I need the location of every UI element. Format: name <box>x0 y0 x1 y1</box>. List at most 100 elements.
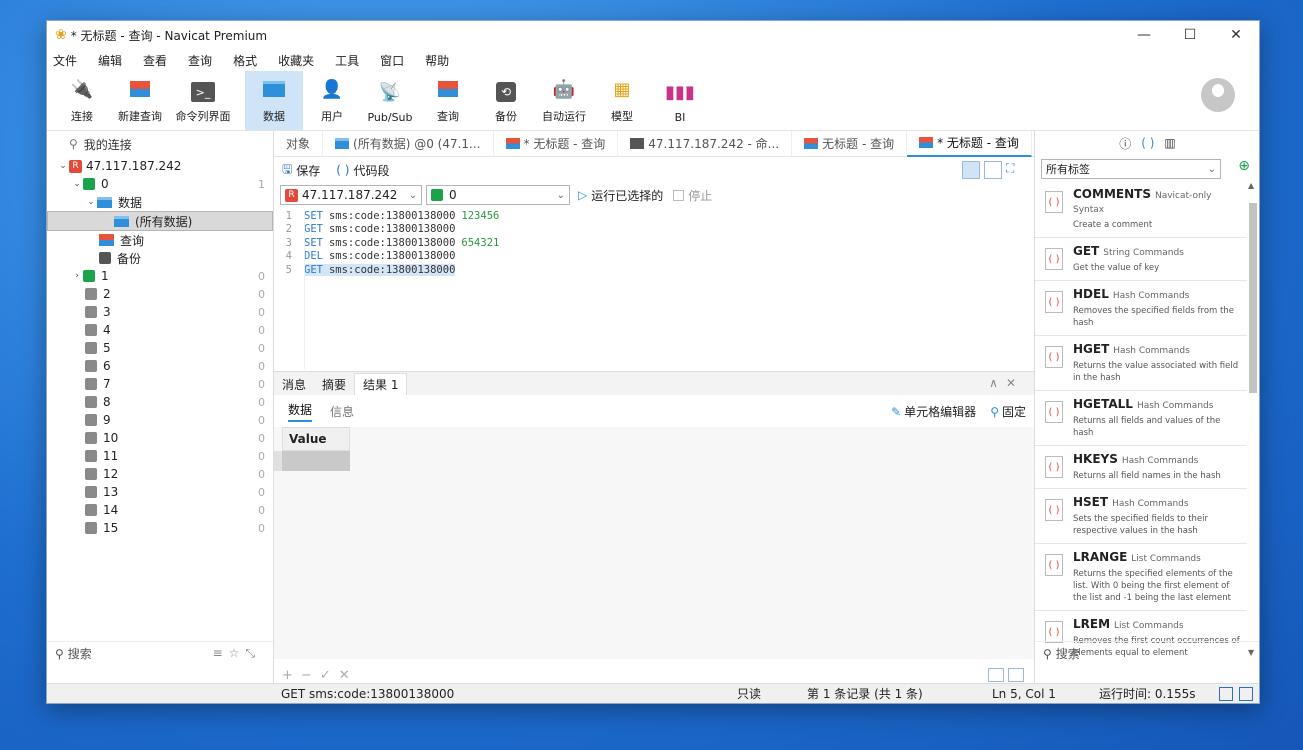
db-node[interactable]: 10 0 <box>47 429 273 447</box>
db-node[interactable]: 15 0 <box>47 519 273 537</box>
close-button[interactable]: ✕ <box>1213 27 1259 43</box>
snippet-search[interactable]: ⚲ 搜索 <box>1035 641 1259 665</box>
connection-node[interactable]: ⌄ R 47.117.187.242 <box>47 157 273 175</box>
tag-filter-select[interactable]: 所有标签 ⌄ <box>1041 159 1221 179</box>
backup-node[interactable]: 备份 <box>47 249 273 267</box>
column-header-value[interactable]: Value <box>282 427 350 451</box>
user-button[interactable]: 👤 用户 <box>303 71 361 130</box>
chevron-down-icon[interactable]: ⌄ <box>71 179 83 189</box>
filter-star-collapse-icons[interactable]: ≡☆⤡ <box>213 646 261 661</box>
db-node[interactable]: 13 0 <box>47 483 273 501</box>
run-selected-button[interactable]: ▷ 运行已选择的 <box>578 187 663 204</box>
menu-format[interactable]: 格式 <box>233 52 257 69</box>
table-cell[interactable] <box>282 451 350 471</box>
collapse-close-icons[interactable]: ∧✕ <box>989 376 1024 390</box>
db-node[interactable]: 40 <box>47 321 273 339</box>
db-node[interactable]: 60 <box>47 357 273 375</box>
add-snippet-icon[interactable]: ⊕ <box>1238 158 1250 174</box>
sql-editor[interactable]: 1 SET sms:code:13800138000 123456 2 GET sms:co… <box>274 209 1034 369</box>
pubsub-button[interactable]: 📡 Pub/Sub <box>361 71 419 130</box>
tab-5[interactable]: * 无标题 - 查询 <box>907 130 1032 157</box>
chevron-down-icon[interactable]: ⌄ <box>85 197 97 207</box>
subtab-data[interactable]: 数据 <box>288 401 313 422</box>
connection-select[interactable]: R 47.117.187.242 ⌄ <box>280 185 422 205</box>
menu-view[interactable]: 查看 <box>143 52 167 69</box>
scroll-thumb[interactable] <box>1249 203 1257 393</box>
menu-help[interactable]: 帮助 <box>425 52 449 69</box>
sidebar-search[interactable]: ⚲ 搜索 ≡☆⤡ <box>47 641 273 665</box>
db-node[interactable]: 14 0 <box>47 501 273 519</box>
menu-query[interactable]: 查询 <box>188 52 212 69</box>
console-button[interactable]: >_ 命令列界面 <box>169 71 237 130</box>
split-vertical-icon[interactable] <box>984 161 1002 179</box>
chevron-down-icon[interactable]: ⌄ <box>57 161 69 171</box>
tab-2[interactable]: * 无标题 - 查询 <box>494 130 619 157</box>
tab-3[interactable]: 47.117.187.242 - 命... <box>618 130 793 157</box>
snippet-item[interactable]: ( ) HSET Hash Commands Sets the specified f… <box>1035 489 1247 544</box>
snippet-item[interactable]: ( ) HDEL Hash Commands Removes the specifie… <box>1035 281 1247 336</box>
menu-tools[interactable]: 工具 <box>335 52 359 69</box>
query-button[interactable]: 查询 <box>419 71 477 130</box>
db-node[interactable]: 50 <box>47 339 273 357</box>
tab-1[interactable]: (所有数据) @0 (47.1... <box>323 130 494 157</box>
backup-button[interactable]: ⟲ 备份 <box>477 71 535 130</box>
editor-line[interactable]: 3 SET sms:code:13800138000 654321 <box>274 236 1034 250</box>
menu-window[interactable]: 窗口 <box>380 52 404 69</box>
my-connections-header[interactable]: ⚲ 我的连接 <box>47 131 273 157</box>
menu-favorites[interactable]: 收藏夹 <box>278 52 314 69</box>
snippet-item[interactable]: ( ) GET String Commands Get the value of ke… <box>1035 238 1247 281</box>
data-folder-node[interactable]: ⌄ 数据 <box>47 193 273 211</box>
stop-button[interactable]: 停止 <box>673 187 712 204</box>
snippet-button[interactable]: ( ) 代码段 <box>336 162 389 179</box>
snippet-item[interactable]: ( ) COMMENTS Navicat-only Syntax Create a c… <box>1035 181 1247 238</box>
delete-row-icon[interactable]: − <box>301 668 320 683</box>
automation-button[interactable]: 🤖 自动运行 <box>535 71 593 130</box>
editor-line[interactable]: 4 DEL sms:code:13800138000 <box>274 250 1034 264</box>
data-button[interactable]: 数据 <box>245 71 303 130</box>
apply-icon[interactable]: ✓ <box>320 668 339 683</box>
scroll-up-icon[interactable]: ▲ <box>1248 181 1254 190</box>
chevron-right-icon[interactable]: › <box>71 271 83 281</box>
pin-button[interactable]: ⚲ 固定 <box>990 403 1026 420</box>
editor-line[interactable]: 2 GET sms:code:13800138000 <box>274 223 1034 237</box>
model-button[interactable]: ▦ 模型 <box>593 71 651 130</box>
row-selector[interactable] <box>274 451 282 471</box>
database-select[interactable]: 0 ⌄ <box>426 185 570 205</box>
snippet-scrollbar[interactable]: ▲ ▼ <box>1248 181 1258 657</box>
menu-file[interactable]: 文件 <box>53 52 77 69</box>
db-node[interactable]: 90 <box>47 411 273 429</box>
subtab-info[interactable]: 信息 <box>330 403 354 420</box>
toggle-right-pane-icon[interactable] <box>1239 686 1253 701</box>
connect-button[interactable]: 🔌 连接 <box>53 71 111 130</box>
editor-line[interactable]: 1 SET sms:code:13800138000 123456 <box>274 209 1034 223</box>
db-node-1[interactable]: › 1 0 <box>47 267 273 285</box>
tab-messages[interactable]: 消息 <box>274 373 314 395</box>
db-node[interactable]: 11 0 <box>47 447 273 465</box>
fullscreen-icon[interactable]: ⛶ <box>1006 161 1024 179</box>
add-row-icon[interactable]: + <box>282 668 301 683</box>
all-data-node[interactable]: (所有数据) <box>47 211 273 231</box>
snippet-item[interactable]: ( ) LRANGE List Commands Returns the specif… <box>1035 544 1247 611</box>
db-node-0[interactable]: ⌄ 0 1 <box>47 175 273 193</box>
tab-result-1[interactable]: 结果 1 <box>354 373 408 395</box>
grid-view-icon[interactable] <box>988 668 1004 682</box>
tab-4[interactable]: 无标题 - 查询 <box>792 130 908 157</box>
db-node[interactable]: 20 <box>47 285 273 303</box>
db-node[interactable]: 70 <box>47 375 273 393</box>
db-node[interactable]: 30 <box>47 303 273 321</box>
minimize-button[interactable]: — <box>1121 27 1167 43</box>
menu-edit[interactable]: 编辑 <box>98 52 122 69</box>
snippet-item[interactable]: ( ) HGET Hash Commands Returns the value as… <box>1035 336 1247 391</box>
snippet-item[interactable]: ( ) HKEYS Hash Commands Returns all field n… <box>1035 446 1247 489</box>
query-node[interactable]: 查询 <box>47 231 273 249</box>
info-icon[interactable]: ⓘ <box>1119 135 1131 152</box>
user-avatar[interactable] <box>1201 78 1235 112</box>
grid-icon[interactable]: ▥ <box>1164 136 1175 150</box>
bi-button[interactable]: ▮▮▮ BI <box>651 71 709 130</box>
db-node[interactable]: 12 0 <box>47 465 273 483</box>
tab-summary[interactable]: 摘要 <box>314 373 354 395</box>
snippet-item[interactable]: ( ) HGETALL Hash Commands Returns all field… <box>1035 391 1247 446</box>
maximize-button[interactable]: ☐ <box>1167 27 1213 43</box>
discard-icon[interactable]: ✕ <box>339 668 358 683</box>
code-braces-icon[interactable]: ( ) <box>1141 136 1154 150</box>
